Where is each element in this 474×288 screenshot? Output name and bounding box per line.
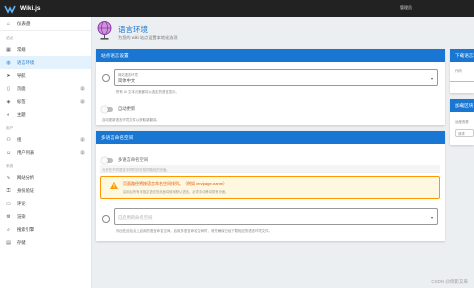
import-request-button[interactable]: 请求 — [455, 129, 474, 137]
sidebar-item-label: 组 — [17, 136, 22, 142]
sidebar-item-search[interactable]: ⌕ 搜索引擎 — [0, 223, 91, 236]
sidebar-item-rendering[interactable]: ⚙ 渲染 — [0, 210, 91, 223]
sidebar-item-tags[interactable]: ◈ 标签 0 — [0, 95, 91, 108]
sidebar-item-label: 网站分析 — [17, 174, 35, 180]
sidebar-section-site: 站点 — [6, 36, 14, 40]
page-subtitle: 为您的 wiki 站点设置本地化选项 — [118, 35, 178, 40]
import-request-label: 请求 — [458, 132, 465, 136]
sidebar-item-label: 主题 — [17, 111, 26, 117]
auto-update-toggle[interactable] — [101, 106, 113, 113]
sidebar-item-users[interactable]: ☺ 用户列表 2 — [0, 146, 91, 159]
analytics-icon: ∿ — [6, 174, 11, 181]
namespace-card-heading: 多语言命名空间 — [96, 131, 445, 144]
sidebar-item-label: 评论 — [17, 200, 26, 206]
auto-update-hint: 自动更新语言环境文件以获取新翻译。 — [102, 118, 160, 122]
tags-count-badge: 0 — [80, 99, 85, 104]
warning-text: 启用后所有未指定语言的页面将使用默认语言。必须手动移动现有页面。 — [123, 190, 229, 194]
globe-icon — [102, 74, 110, 82]
globe-icon: ◍ — [6, 59, 11, 66]
sidebar-item-theme[interactable]: ◐ 主题 — [0, 108, 91, 121]
namespaces-hint: 列出在此站点上启用的语言命名空间。启用多语言命名空间时，请先确保已经下载相应的语… — [116, 229, 272, 233]
auto-update-label: 自动更新 — [118, 106, 136, 111]
sidebar-item-general[interactable]: ▦ 常规 — [0, 43, 91, 56]
search-engine-icon: ⌕ — [7, 226, 10, 233]
sidebar-dashboard-label: 仪表盘 — [17, 20, 31, 26]
import-locale-heading: 加载区块 — [450, 99, 474, 112]
sidebar-item-storage[interactable]: ▤ 存储 — [0, 236, 91, 249]
locale-settings-card: 站点语言设置 网站语言环境 简体中文 ▾ 所有 UI 文本元素都将以选定的语言显… — [96, 49, 445, 125]
download-code-label: 代码 — [455, 69, 462, 73]
import-remote-label: 远程资源 — [455, 120, 469, 124]
users-icon: ☺ — [5, 149, 12, 156]
import-locale-card: 加载区块 远程资源 请求 — [450, 99, 474, 145]
download-divider — [450, 81, 474, 82]
user-menu[interactable]: 管理员 — [400, 5, 412, 11]
sidebar-item-label: 常规 — [17, 46, 26, 52]
sidebar-section-system: 系统 — [6, 164, 14, 168]
home-icon: ⌂ — [6, 20, 11, 27]
sidebar-item-label: 搜索引擎 — [17, 226, 35, 232]
globe-stand-icon — [97, 21, 112, 40]
palette-icon: ◐ — [6, 111, 11, 118]
users-count-badge: 2 — [80, 150, 85, 155]
sidebar-section-users: 用户 — [6, 126, 14, 130]
sidebar-item-pages[interactable]: ▯ 页面 2 — [0, 82, 91, 95]
toggle-knob — [101, 106, 108, 113]
sidebar-item-navigation[interactable]: ➤ 导航 — [0, 69, 91, 82]
namespace-info-line: 允许在不同语言中同时存在相同路径的页面。 — [100, 165, 440, 173]
site-locale-hint: 所有 UI 文本元素都将以选定的语言显示。 — [116, 90, 179, 94]
sidebar-item-label: 语言环境 — [17, 59, 35, 65]
wiki-logo-icon[interactable] — [4, 4, 16, 14]
sidebar-item-label: 渲染 — [17, 213, 26, 219]
namespace-info-text: 允许在不同语言中同时存在相同路径的页面。 — [102, 168, 170, 172]
namespaces-placeholder: 已启用的命名空间 — [118, 215, 153, 220]
sidebar-item-label: 存储 — [17, 239, 26, 245]
namespaces-select[interactable]: 已启用的命名空间 ▾ — [114, 208, 438, 225]
navigation-icon: ➤ — [6, 72, 11, 79]
storage-icon: ▤ — [6, 239, 11, 246]
sidebar-item-label: 用户列表 — [17, 149, 35, 155]
sidebar-item-label: 标签 — [17, 98, 26, 104]
tag-icon: ◈ — [6, 98, 11, 105]
toggle-knob — [101, 157, 108, 164]
watermark-text: CSDN @倒影又来 — [431, 279, 468, 284]
sidebar-item-label: 身份验证 — [17, 187, 35, 193]
multi-namespace-label: 多语言命名空间 — [118, 157, 149, 162]
namespace-warning-alert: 页面路径将按语言命名空间排列。（例如 /en/page-name） 启用后所有未… — [100, 176, 440, 199]
group-icon: ⚇ — [6, 136, 11, 143]
sidebar-dashboard[interactable]: ⌂ 仪表盘 — [0, 17, 91, 31]
pages-count-badge: 2 — [80, 86, 85, 91]
locale-card-heading: 站点语言设置 — [96, 49, 445, 62]
sidebar-item-auth[interactable]: ⚿ 身份验证 — [0, 184, 91, 197]
sidebar-item-locale[interactable]: ◍ 语言环境 — [0, 56, 91, 69]
page-icon: ▯ — [7, 85, 10, 92]
download-locale-heading: 下载语言环境 — [450, 49, 474, 62]
site-locale-label: 网站语言环境 — [118, 73, 138, 77]
chevron-down-icon: ▾ — [430, 76, 433, 81]
warning-title: 页面路径将按语言命名空间排列。（例如 /en/page-name） — [123, 181, 228, 186]
sidebar: ⌂ 仪表盘 站点 ▦ 常规 ◍ 语言环境 ➤ 导航 ▯ 页面 2 ◈ 标签 0 … — [0, 17, 92, 288]
render-icon: ⚙ — [6, 213, 11, 220]
namespace-settings-card: 多语言命名空间 多语言命名空间 允许在不同语言中同时存在相同路径的页面。 页面路… — [96, 131, 445, 241]
site-locale-select[interactable]: 网站语言环境 简体中文 ▾ — [114, 69, 438, 86]
app-brand[interactable]: Wiki.js — [20, 5, 41, 12]
site-locale-value: 简体中文 — [118, 78, 136, 83]
comment-icon: ▭ — [6, 200, 11, 207]
sidebar-item-analytics[interactable]: ∿ 网站分析 — [0, 171, 91, 184]
page-title: 语言环境 — [118, 25, 148, 34]
download-locale-card: 下载语言环境 代码 — [450, 49, 474, 93]
app-topbar: Wiki.js 管理员 — [0, 0, 474, 17]
sidebar-item-label: 页面 — [17, 85, 26, 91]
multi-namespace-toggle[interactable] — [101, 157, 113, 164]
warning-icon — [110, 182, 118, 189]
chevron-down-icon: ▾ — [430, 215, 433, 220]
globe-icon — [102, 215, 110, 223]
groups-count-badge: 2 — [80, 137, 85, 142]
grid-icon: ▦ — [6, 46, 11, 53]
sidebar-item-label: 导航 — [17, 72, 26, 78]
auth-icon: ⚿ — [6, 187, 11, 194]
sidebar-item-comments[interactable]: ▭ 评论 — [0, 197, 91, 210]
sidebar-item-groups[interactable]: ⚇ 组 2 — [0, 133, 91, 146]
